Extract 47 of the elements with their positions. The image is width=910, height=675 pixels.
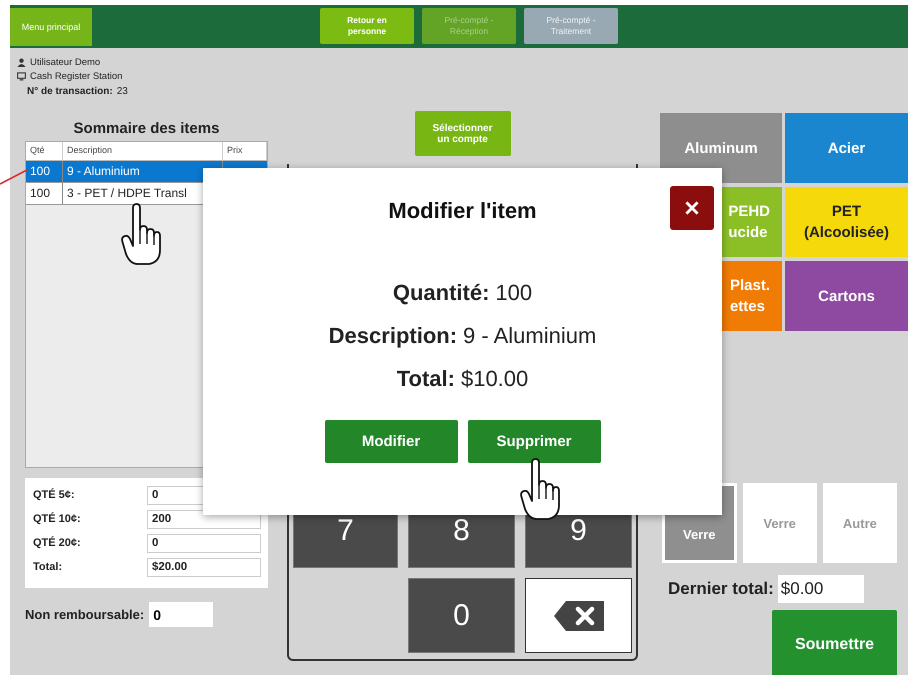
modal-title: Modifier l'item bbox=[388, 198, 537, 224]
column-header: Description bbox=[63, 142, 223, 160]
field-label: Description: bbox=[328, 323, 458, 348]
field-label: Quantité: bbox=[392, 280, 490, 305]
field-label: QTÉ 10¢: bbox=[33, 513, 82, 525]
field-label: Total: bbox=[33, 561, 64, 573]
user-icon bbox=[17, 58, 26, 66]
field-value: 100 bbox=[495, 280, 532, 305]
close-icon bbox=[684, 200, 700, 216]
table-cell: 100 bbox=[26, 161, 63, 182]
field-label: Total: bbox=[396, 366, 455, 391]
leader-line bbox=[0, 169, 27, 185]
close-button[interactable] bbox=[670, 186, 714, 230]
input-field[interactable]: $20.00 bbox=[147, 558, 261, 576]
field-label: Non remboursable: bbox=[25, 607, 144, 622]
material-tile[interactable]: Autre bbox=[822, 483, 897, 563]
category-tile[interactable]: Acier bbox=[785, 113, 908, 183]
input-field[interactable]: $0.00 bbox=[778, 575, 864, 603]
dialog-button[interactable]: Supprimer bbox=[468, 420, 600, 463]
input-field[interactable]: 0 bbox=[147, 534, 261, 552]
keypad-key[interactable]: 0 bbox=[408, 578, 515, 653]
input-field[interactable]: 0 bbox=[149, 602, 214, 627]
transaction-number: 23 bbox=[116, 86, 128, 97]
table-cell: 100 bbox=[26, 183, 63, 204]
submit-button[interactable]: Soumettre bbox=[772, 610, 897, 675]
category-tile[interactable]: Cartons bbox=[785, 261, 908, 331]
field-label: QTÉ 20¢: bbox=[33, 537, 82, 549]
transaction-label: N° de transaction: bbox=[27, 86, 113, 97]
hand-cursor-icon bbox=[121, 202, 161, 266]
station-name: Cash Register Station bbox=[30, 70, 122, 82]
column-header: Prix bbox=[223, 142, 267, 160]
material-tile[interactable]: Verre bbox=[742, 483, 817, 563]
user-name: Utilisateur Demo bbox=[30, 56, 100, 68]
select-account-button[interactable]: Sélectionner un compte bbox=[414, 111, 510, 156]
category-tile[interactable]: PET (Alcoolisée) bbox=[785, 187, 908, 257]
section-title: Sommaire des items bbox=[72, 120, 220, 139]
field-value: $10.00 bbox=[460, 366, 528, 391]
backspace-icon bbox=[554, 600, 604, 630]
column-header: Qté bbox=[26, 142, 63, 160]
field-label: QTÉ 5¢: bbox=[33, 489, 76, 501]
main-menu-button[interactable]: Menu principal bbox=[10, 8, 92, 46]
dialog-button[interactable]: Modifier bbox=[324, 420, 458, 463]
monitor-icon bbox=[17, 72, 26, 80]
backspace-button[interactable] bbox=[525, 578, 632, 653]
nav-button[interactable]: Retour en personne bbox=[320, 8, 414, 44]
field-label: Dernier total: bbox=[668, 579, 774, 599]
field-value: 9 - Aluminium bbox=[463, 323, 596, 348]
